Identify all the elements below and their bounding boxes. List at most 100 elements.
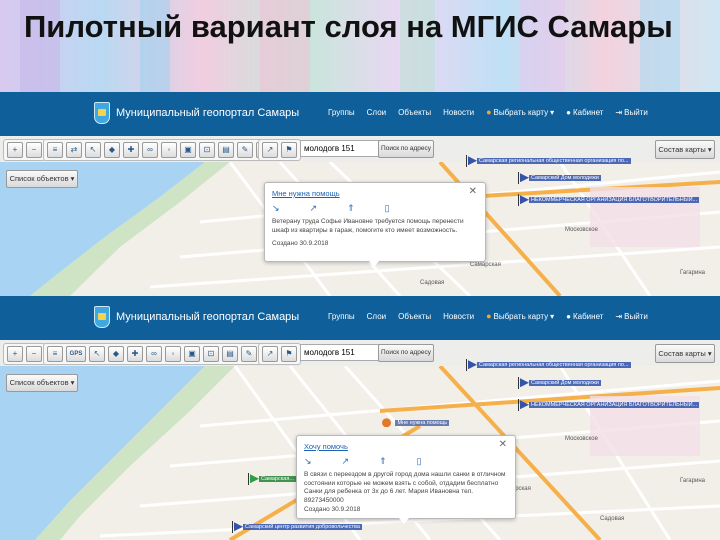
fullscreen-icon[interactable]: ▣ [180, 142, 196, 158]
popup-date: Создано 30.9.2018 [304, 506, 361, 513]
search-input[interactable]: молодогв 151 [300, 344, 382, 361]
info-popup: Мне нужна помощь ✕ ↘ ↗ ⇑ ▯ Ветерану труд… [264, 182, 486, 267]
gps-button[interactable]: GPS [66, 346, 86, 362]
nav-layers[interactable]: Слои [367, 311, 386, 321]
nav-groups[interactable]: Группы [328, 107, 355, 117]
flag-icon [520, 173, 529, 183]
nav-news[interactable]: Новости [443, 311, 474, 321]
street-label: Московское [565, 436, 598, 442]
add-object-icon[interactable]: ✚ [123, 142, 139, 158]
object-list-button[interactable]: Список объектов ▾ [6, 374, 78, 392]
user-icon: ● [566, 311, 571, 321]
popup-title[interactable]: Мне нужна помощь [272, 189, 340, 198]
nav-news[interactable]: Новости [443, 107, 474, 117]
bookmark-icon[interactable]: ⚑ [281, 142, 297, 158]
map-marker[interactable]: Самарский Дом молодежи [518, 374, 601, 392]
nav-logout-label: Выйти [624, 107, 648, 117]
upload-icon[interactable]: ⇑ [347, 203, 355, 214]
map-marker[interactable]: Самарская региональная общественная орга… [466, 152, 631, 170]
main-nav: Группы Слои Объекты Новости ● Выбрать кар… [328, 107, 648, 117]
street-label: Гагарина [680, 270, 705, 276]
map-marker[interactable]: Самарская... [248, 470, 296, 488]
popup-date: Создано 30.9.2018 [272, 240, 329, 247]
user-icon: ● [566, 107, 571, 117]
link-icon[interactable]: ∞ [142, 142, 158, 158]
nav-cabinet-label: Кабинет [572, 311, 604, 321]
nav-logout[interactable]: ⇥ Выйти [615, 107, 647, 117]
route-to-icon[interactable]: ↗ [310, 203, 318, 214]
map-marker[interactable]: Самарский центр развития добровольчества [232, 518, 362, 536]
street-label: Московское [565, 227, 598, 233]
edit-icon[interactable]: ✎ [237, 142, 253, 158]
nav-groups[interactable]: Группы [328, 311, 355, 321]
object-list-button[interactable]: Список объектов ▾ [6, 170, 78, 188]
map-marker-label: Самарская региональная общественная орга… [477, 361, 631, 368]
zoom-group: + − [3, 139, 46, 161]
zoom-in-icon[interactable]: + [7, 346, 23, 362]
map-marker[interactable]: НЕКОММЕРЧЕСКАЯ ОРГАНИЗАЦИЯ БЛАГОТВОРИТЕЛ… [518, 396, 700, 414]
map-marker-label: Самарская... [259, 475, 296, 482]
select-icon[interactable]: ↗ [262, 142, 278, 158]
object-list-label: Список объектов [9, 174, 69, 183]
route-to-icon[interactable]: ↗ [342, 456, 350, 467]
portal-brand[interactable]: Муниципальный геопортал Самары [116, 107, 299, 119]
chevron-down-icon: ▾ [70, 174, 75, 183]
measure-icon[interactable]: ⊡ [203, 346, 219, 362]
document-icon[interactable]: ▯ [385, 203, 390, 214]
nav-layers[interactable]: Слои [367, 107, 386, 117]
select-icon[interactable]: ↗ [262, 346, 278, 362]
cursor-icon[interactable]: ◦ [165, 346, 181, 362]
nav-choose-map[interactable]: ● Выбрать карту ▾ [486, 107, 554, 117]
pointer-icon[interactable]: ↖ [89, 346, 105, 362]
marker-icon[interactable]: ◆ [104, 142, 120, 158]
nav-cabinet[interactable]: ● Кабинет [566, 311, 603, 321]
list-icon[interactable]: ≡ [47, 142, 63, 158]
map-marker[interactable]: Самарский Дом молодежи [518, 169, 601, 187]
print-icon[interactable]: ▤ [218, 142, 234, 158]
map-marker[interactable]: Самарская региональная общественная орга… [466, 356, 631, 374]
map-marker[interactable]: НЕКОММЕРЧЕСКАЯ ОРГАНИЗАЦИЯ БЛАГОТВОРИТЕЛ… [518, 191, 700, 209]
map-layers-button[interactable]: Состав карты ▾ [655, 344, 715, 363]
zoom-out-icon[interactable]: − [26, 346, 42, 362]
nav-objects[interactable]: Объекты [398, 107, 431, 117]
help-request-marker[interactable]: Мне нужна помощь [382, 414, 450, 432]
flag-icon [468, 156, 477, 166]
nav-choose-map[interactable]: ● Выбрать карту ▾ [486, 311, 554, 321]
edit-icon[interactable]: ✎ [241, 346, 257, 362]
cursor-icon[interactable]: ◦ [161, 142, 177, 158]
document-icon[interactable]: ▯ [417, 456, 422, 467]
route-icon[interactable]: ⇄ [66, 142, 82, 158]
zoom-in-icon[interactable]: + [7, 142, 23, 158]
portal-brand[interactable]: Муниципальный геопортал Самары [116, 311, 299, 323]
nav-logout[interactable]: ⇥ Выйти [615, 311, 647, 321]
search-tools-group: ↗ ⚑ [258, 343, 301, 365]
chevron-down-icon: ▾ [550, 311, 555, 321]
list-icon[interactable]: ≡ [47, 346, 63, 362]
map-layers-button[interactable]: Состав карты ▾ [655, 140, 715, 159]
zoom-to-icon[interactable]: ↘ [304, 456, 312, 467]
flag-icon [520, 378, 529, 388]
address-search-button[interactable]: Поиск по адресу ▾ [378, 344, 434, 372]
close-icon[interactable]: ✕ [469, 186, 477, 197]
bookmark-icon[interactable]: ⚑ [281, 346, 297, 362]
nav-objects[interactable]: Объекты [398, 311, 431, 321]
upload-icon[interactable]: ⇑ [379, 456, 387, 467]
close-icon[interactable]: ✕ [499, 439, 507, 450]
tools-group: ≡ ⇄ ↖ ◆ ✚ ∞ ◦ ▣ ⊡ ▤ ✎ ⇲ [43, 139, 276, 161]
nav-cabinet[interactable]: ● Кабинет [566, 107, 603, 117]
chevron-down-icon: ▾ [707, 349, 712, 358]
link-icon[interactable]: ∞ [146, 346, 162, 362]
search-input[interactable]: молодогв 151 [300, 140, 382, 157]
marker-icon[interactable]: ◆ [108, 346, 124, 362]
measure-icon[interactable]: ⊡ [199, 142, 215, 158]
zoom-to-icon[interactable]: ↘ [272, 203, 280, 214]
popup-title[interactable]: Хочу помочь [304, 442, 348, 451]
print-icon[interactable]: ▤ [222, 346, 238, 362]
add-object-icon[interactable]: ✚ [127, 346, 143, 362]
zoom-out-icon[interactable]: − [26, 142, 42, 158]
tools-group: ≡ GPS ↖ ◆ ✚ ∞ ◦ ▣ ⊡ ▤ ✎ ⇲ [43, 343, 280, 365]
flag-icon [468, 360, 477, 370]
fullscreen-icon[interactable]: ▣ [184, 346, 200, 362]
address-search-button[interactable]: Поиск по адресу ▾ [378, 140, 434, 168]
pointer-icon[interactable]: ↖ [85, 142, 101, 158]
